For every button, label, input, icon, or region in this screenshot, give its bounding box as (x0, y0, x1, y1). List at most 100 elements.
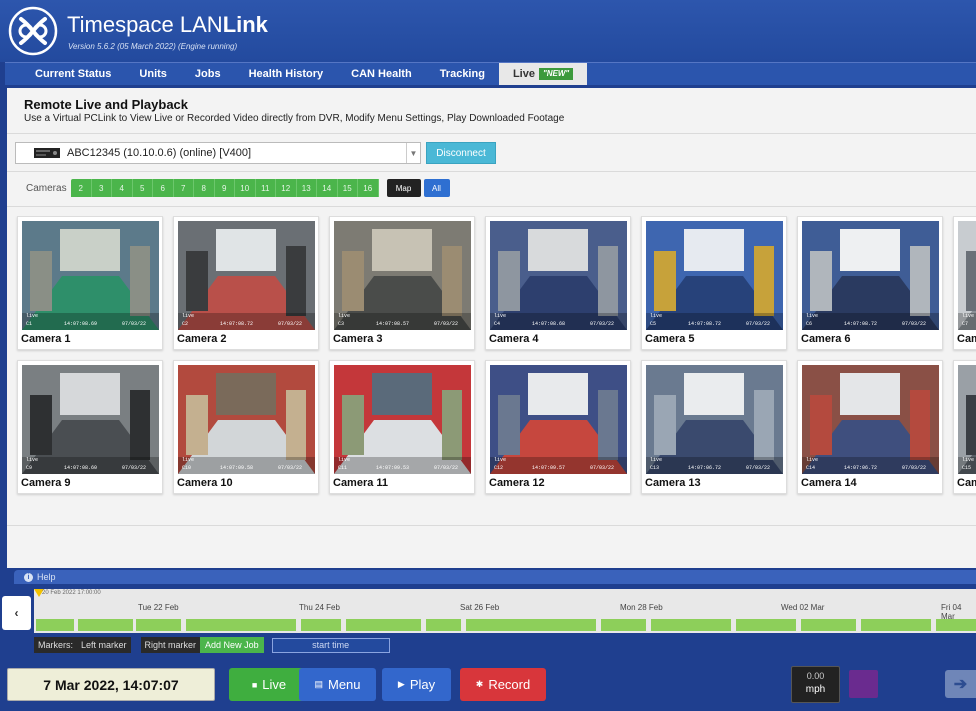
camera-number-button[interactable]: 16 (358, 179, 379, 197)
disconnect-button[interactable]: Disconnect (426, 142, 496, 164)
overlay-live-label: live (494, 313, 506, 319)
camera-number-button[interactable]: 3 (91, 179, 112, 197)
camera-icon: ■ (251, 679, 258, 690)
camera-number-button[interactable]: 5 (132, 179, 153, 197)
recording-segment[interactable] (346, 619, 421, 631)
camera-number-button[interactable]: 14 (317, 179, 338, 197)
overlay-live-label: live (494, 457, 506, 463)
start-time-field[interactable]: start time (271, 637, 390, 653)
camera-number-button[interactable]: 13 (296, 179, 317, 197)
camera-number-button[interactable]: 2 (71, 179, 92, 197)
recording-segment[interactable] (466, 619, 596, 631)
camera-feed[interactable]: live C4 14:07:08.68 07/03/22 (490, 221, 627, 330)
all-cameras-button[interactable]: All (423, 179, 450, 197)
tab-live[interactable]: Live "NEW" (498, 63, 588, 85)
camera-number-button[interactable]: 9 (214, 179, 235, 197)
camera-feed[interactable]: live C10 14:07:09.58 07/03/22 (178, 365, 315, 474)
overlay-date: 07/03/22 (746, 465, 770, 471)
camera-feed[interactable]: live C15 (958, 365, 976, 474)
camera-number-button[interactable]: 15 (337, 179, 358, 197)
camera-number-button[interactable]: 8 (194, 179, 215, 197)
overlay-time: 14:07:09.53 (376, 465, 409, 471)
recording-segment[interactable] (426, 619, 461, 631)
recording-segment[interactable] (601, 619, 646, 631)
left-marker-button[interactable]: Left marker (77, 637, 131, 653)
chevron-left-icon[interactable]: ‹ (2, 596, 31, 630)
recording-segment[interactable] (736, 619, 796, 631)
camera-number-button[interactable]: 12 (276, 179, 297, 197)
camera-number-button[interactable]: 11 (255, 179, 276, 197)
camera-feed[interactable]: live C5 14:07:08.72 07/03/22 (646, 221, 783, 330)
camera-feed[interactable]: live C14 14:07:06.72 07/03/22 (802, 365, 939, 474)
recording-segment[interactable] (651, 619, 731, 631)
camera-tile[interactable]: live C2 14:07:08.72 07/03/22 Camera 2 (173, 216, 319, 350)
overlay-live-label: live (26, 313, 38, 319)
live-button[interactable]: ■ Live (229, 668, 309, 701)
camera-number-button[interactable]: 10 (235, 179, 256, 197)
overlay-live-label: live (650, 457, 662, 463)
overlay-camera-tag: C12 (494, 465, 503, 471)
speed-display: 0.00 mph (791, 666, 840, 703)
overlay-date: 07/03/22 (278, 321, 302, 327)
camera-tile[interactable]: live C4 14:07:08.68 07/03/22 Camera 4 (485, 216, 631, 350)
camera-tile[interactable]: live C14 14:07:06.72 07/03/22 Camera 14 (797, 360, 943, 494)
menu-button[interactable]: ▤ Menu (299, 668, 376, 701)
recording-segment[interactable] (78, 619, 133, 631)
tab-units[interactable]: Units (125, 63, 181, 85)
dvr-icon (34, 148, 60, 158)
camera-tile[interactable]: live C5 14:07:08.72 07/03/22 Camera 5 (641, 216, 787, 350)
record-button[interactable]: ✱ Record (460, 668, 546, 701)
camera-tile[interactable]: live C6 14:07:08.72 07/03/22 Camera 6 (797, 216, 943, 350)
map-button[interactable]: Map (386, 179, 421, 197)
camera-tile[interactable]: live C13 14:07:06.72 07/03/22 Camera 13 (641, 360, 787, 494)
arrow-right-icon[interactable]: ➔ (945, 670, 976, 698)
camera-feed[interactable]: live C6 14:07:08.72 07/03/22 (802, 221, 939, 330)
recording-segment[interactable] (936, 619, 976, 631)
recording-segment[interactable] (186, 619, 296, 631)
camera-tile[interactable]: live C3 14:07:08.57 07/03/22 Camera 3 (329, 216, 475, 350)
recording-segment[interactable] (801, 619, 856, 631)
recording-availability-bar[interactable] (36, 619, 976, 631)
right-marker-button[interactable]: Right marker (140, 637, 201, 653)
camera-feed[interactable]: live C11 14:07:09.53 07/03/22 (334, 365, 471, 474)
recording-segment[interactable] (136, 619, 181, 631)
tab-can-health[interactable]: CAN Health (337, 63, 426, 85)
camera-number-button[interactable]: 6 (153, 179, 174, 197)
camera-tile[interactable]: live C9 14:07:08.60 07/03/22 Camera 9 (17, 360, 163, 494)
camera-feed[interactable]: live C1 14:07:08.69 07/03/22 (22, 221, 159, 330)
camera-tile[interactable]: live C10 14:07:09.58 07/03/22 Camera 10 (173, 360, 319, 494)
overlay-live-label: live (338, 313, 350, 319)
overlay-camera-tag: C15 (962, 465, 971, 471)
menu-icon: ▤ (314, 679, 323, 689)
camera-feed[interactable]: live C9 14:07:08.60 07/03/22 (22, 365, 159, 474)
camera-feed[interactable]: live C2 14:07:08.72 07/03/22 (178, 221, 315, 330)
camera-number-button[interactable]: 7 (173, 179, 194, 197)
help-bar[interactable]: i Help (14, 570, 976, 584)
camera-tile[interactable]: live C12 14:07:09.57 07/03/22 Camera 12 (485, 360, 631, 494)
camera-number-button[interactable]: 4 (112, 179, 133, 197)
camera-feed[interactable]: live C7 (958, 221, 976, 330)
tab-jobs[interactable]: Jobs (181, 63, 235, 85)
camera-tile[interactable]: live C11 14:07:09.53 07/03/22 Camera 11 (329, 360, 475, 494)
camera-label: Camera 2 (177, 333, 227, 345)
page-subtitle: Use a Virtual PCLink to View Live or Rec… (24, 113, 565, 124)
camera-feed[interactable]: live C12 14:07:09.57 07/03/22 (490, 365, 627, 474)
recording-segment[interactable] (301, 619, 341, 631)
camera-tile[interactable]: live C7 Came (953, 216, 976, 350)
camera-feed[interactable]: live C13 14:07:06.72 07/03/22 (646, 365, 783, 474)
camera-label: Camera 3 (333, 333, 383, 345)
tab-current-status[interactable]: Current Status (5, 63, 125, 85)
tab-health-history[interactable]: Health History (235, 63, 338, 85)
app-header: Timespace LANLink Version 5.6.2 (05 Marc… (0, 0, 976, 62)
recording-segment[interactable] (861, 619, 931, 631)
recording-segment[interactable] (36, 619, 74, 631)
play-button[interactable]: ▶ Play (382, 668, 451, 701)
camera-tile[interactable]: live C15 Came (953, 360, 976, 494)
divider (7, 133, 976, 134)
device-select[interactable]: ABC12345 (10.10.0.6) (online) [V400] ▼ (15, 142, 421, 164)
camera-tile[interactable]: live C1 14:07:08.69 07/03/22 Camera 1 (17, 216, 163, 350)
tab-tracking[interactable]: Tracking (426, 63, 499, 85)
timeline-track[interactable]: 20 Feb 2022 17:00:00 Tue 22 Feb Thu 24 F… (34, 589, 976, 633)
camera-feed[interactable]: live C3 14:07:08.57 07/03/22 (334, 221, 471, 330)
add-new-job-button[interactable]: Add New Job (200, 637, 264, 653)
